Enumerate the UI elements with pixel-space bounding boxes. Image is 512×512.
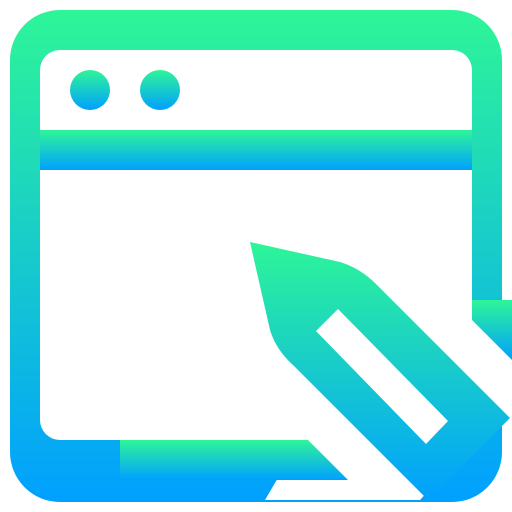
title-bar-divider: [40, 130, 472, 170]
browser-window-edit-icon: [10, 10, 512, 502]
window-dot-1: [70, 70, 110, 110]
frame-cut-bottom: [120, 440, 348, 480]
icon-canvas: [0, 0, 512, 512]
window-dot-2: [140, 70, 180, 110]
